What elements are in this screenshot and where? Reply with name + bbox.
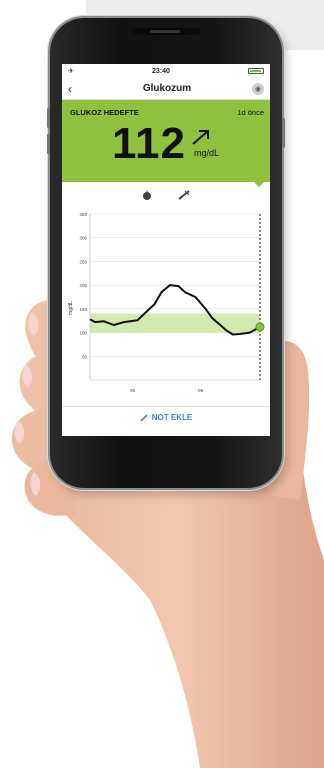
card-pointer [254, 182, 264, 187]
y-tick-label: 250 [79, 259, 87, 264]
glucose-chart-svg: mg/dL 50 100 150 200 250 300 350 06 09 [68, 212, 265, 393]
x-axis-ticks: 06 09 [130, 388, 204, 393]
volume-button [47, 108, 50, 128]
y-axis-ticks: 50 100 150 200 250 300 350 [79, 212, 87, 359]
sound-icon[interactable]: ◉ [252, 82, 264, 95]
trend-arrow-icon [192, 130, 209, 145]
glucose-value: 112 [112, 119, 186, 168]
nav-bar: ‹ Glukozum ◉ [62, 78, 270, 100]
y-tick-label: 350 [79, 212, 87, 217]
power-button [282, 118, 285, 148]
y-tick-label: 50 [82, 354, 88, 359]
y-tick-label: 100 [79, 331, 87, 336]
glucose-card: GLUKOZ HEDEFTE 1d önce 112 mg/dL [62, 100, 270, 187]
pencil-icon [140, 413, 148, 422]
y-tick-label: 200 [79, 283, 87, 288]
status-bar: ✈ 23:40 [62, 64, 270, 78]
airplane-icon: ✈ [68, 68, 74, 75]
syringe-icon[interactable] [178, 190, 190, 200]
phone-speaker [150, 30, 180, 33]
status-time: 23:40 [151, 67, 170, 75]
x-tick-label: 09 [198, 388, 204, 393]
x-tick-label: 06 [130, 388, 136, 393]
y-tick-label: 150 [79, 307, 87, 312]
back-icon[interactable]: ‹ [68, 82, 82, 96]
reading-time-ago: 1d önce [237, 108, 264, 117]
y-axis-label: mg/dL [68, 301, 74, 315]
glucose-chart: mg/dL 50 100 150 200 250 300 350 06 09 [62, 208, 270, 418]
event-icons-row [62, 182, 270, 208]
add-note-label: NOT EKLE [151, 413, 193, 422]
glucose-unit: mg/dL [193, 148, 219, 158]
glucose-reading: 112 mg/dL [112, 122, 219, 166]
target-range-band [90, 313, 260, 333]
apple-icon[interactable] [142, 190, 152, 200]
current-reading-point[interactable] [255, 322, 265, 332]
add-note-button[interactable]: NOT EKLE [62, 406, 270, 428]
page-title: Glukozum [142, 83, 192, 94]
glucose-status-label: GLUKOZ HEDEFTE [70, 108, 139, 117]
chart-grid [89, 213, 260, 381]
battery-icon [248, 68, 264, 74]
volume-button [47, 134, 50, 154]
y-tick-label: 300 [79, 236, 87, 241]
phone-screen: ✈ 23:40 ‹ Glukozum ◉ GLUKOZ HEDEFTE 1d ö… [62, 64, 270, 436]
